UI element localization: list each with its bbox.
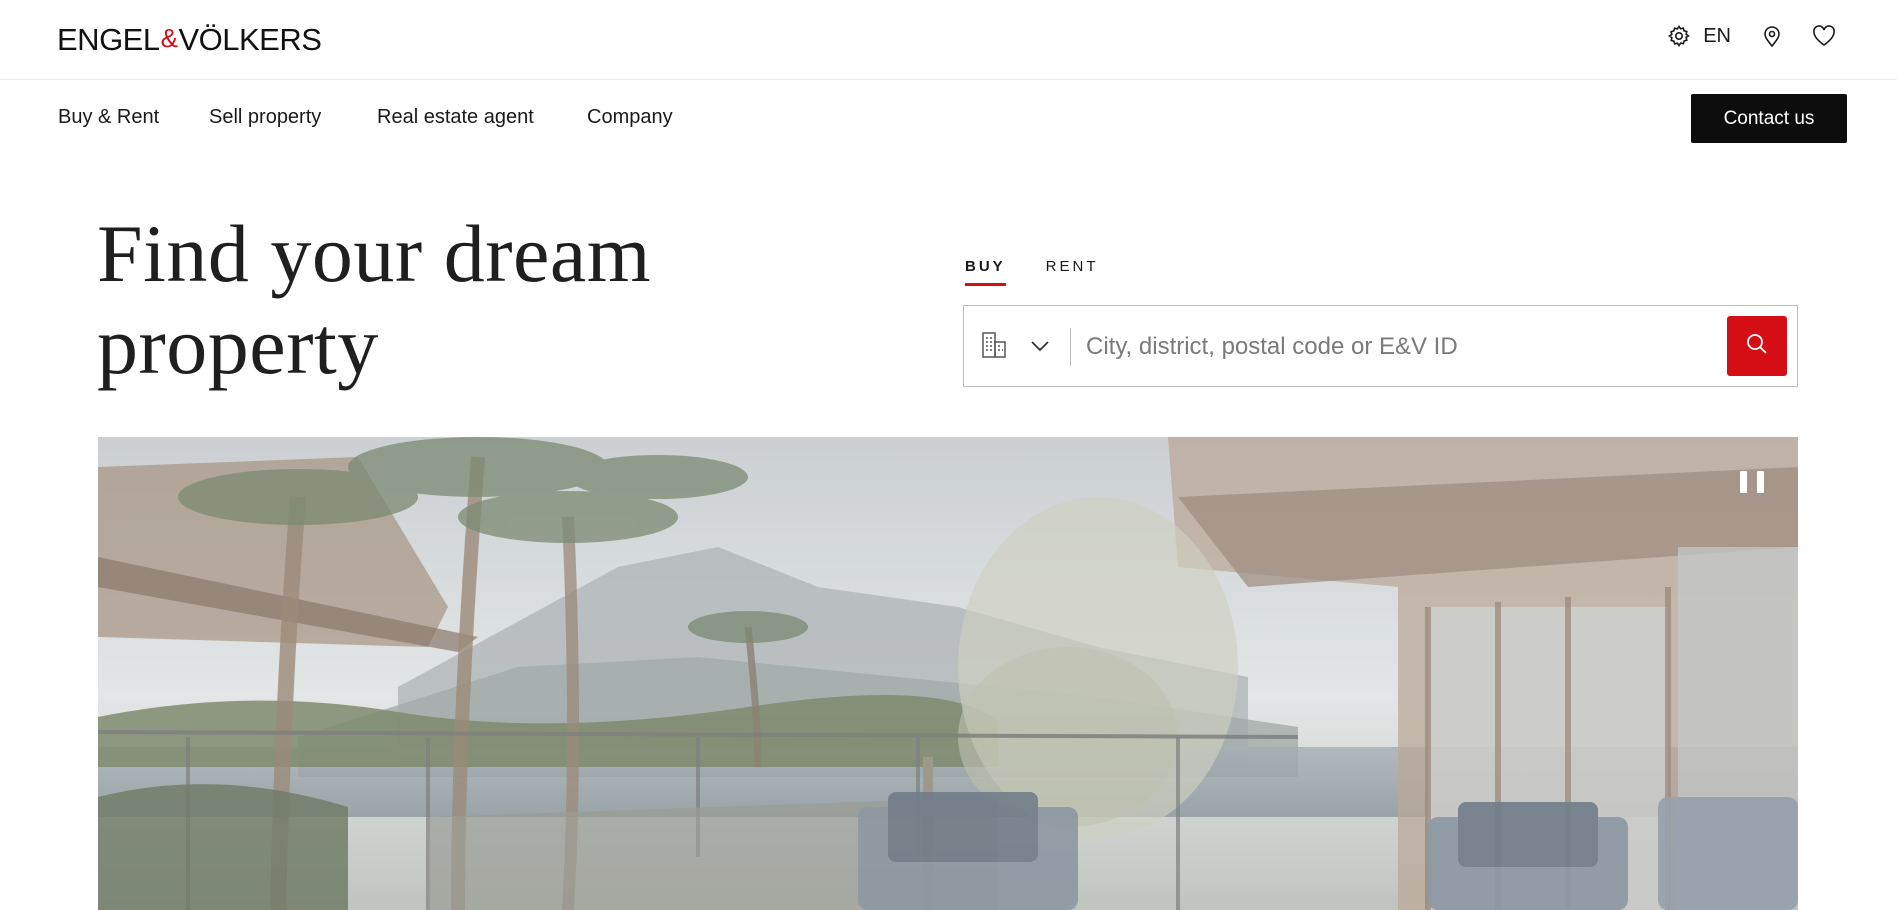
page-title-line-1: Find your dream — [97, 208, 652, 299]
map-pin-icon[interactable] — [1761, 24, 1783, 48]
chevron-down-icon — [1030, 339, 1050, 357]
brand-name-left: ENGEL — [57, 22, 160, 57]
nav-item-buy-rent[interactable]: Buy & Rent — [58, 106, 159, 129]
search-icon — [1745, 332, 1769, 361]
search-button[interactable] — [1727, 316, 1787, 376]
brand-ampersand: & — [160, 23, 178, 53]
property-type-dropdown[interactable] — [980, 330, 1050, 365]
language-selector[interactable]: EN — [1703, 25, 1731, 48]
gear-icon[interactable] — [1667, 24, 1691, 48]
nav-item-sell-property[interactable]: Sell property — [209, 106, 321, 129]
building-icon — [980, 330, 1008, 365]
page-title: Find your dream property — [97, 208, 717, 392]
hero-image — [98, 437, 1798, 910]
search-divider — [1070, 328, 1071, 366]
pause-bar-left — [1740, 471, 1747, 493]
nav-item-real-estate-agent[interactable]: Real estate agent — [377, 106, 534, 129]
search-tabs: BUY RENT — [965, 258, 1139, 286]
tab-buy[interactable]: BUY — [965, 258, 1006, 286]
brand-logo[interactable]: ENGEL&VÖLKERS — [57, 22, 322, 58]
brand-name-right: VÖLKERS — [178, 22, 322, 57]
page-title-line-2: property — [97, 300, 379, 391]
nav-item-company[interactable]: Company — [587, 106, 673, 129]
header-utilities: EN — [1667, 24, 1837, 48]
contact-us-button[interactable]: Contact us — [1691, 94, 1847, 143]
pause-bar-right — [1757, 471, 1764, 493]
tab-rent[interactable]: RENT — [1046, 258, 1099, 286]
heart-icon[interactable] — [1811, 24, 1837, 48]
pause-icon[interactable] — [1740, 471, 1764, 497]
main-nav: Buy & Rent Sell property Real estate age… — [0, 80, 1897, 154]
top-bar: ENGEL&VÖLKERS EN — [0, 0, 1897, 80]
location-search-input[interactable] — [1086, 324, 1706, 370]
hero-scene-illustration — [98, 437, 1798, 910]
property-search-bar — [963, 305, 1798, 387]
